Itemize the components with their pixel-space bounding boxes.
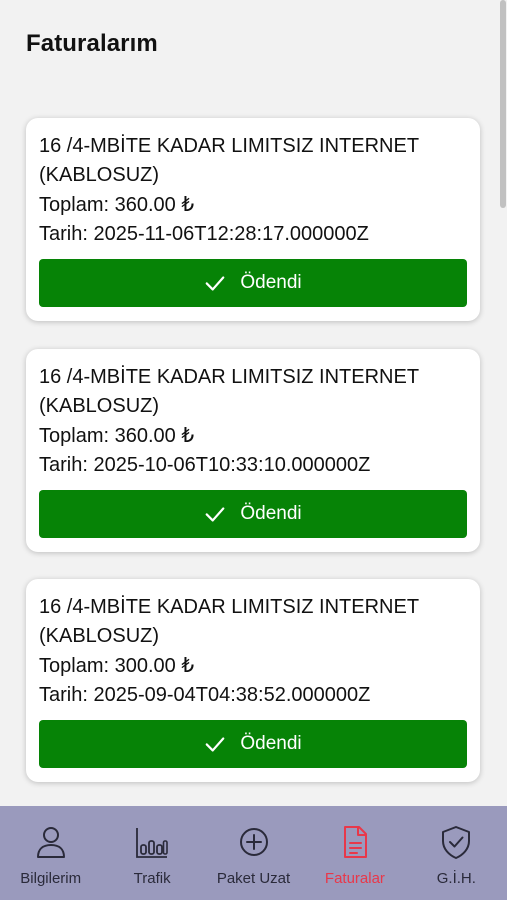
- nav-item-faturalar[interactable]: Faturalar: [304, 806, 405, 900]
- nav-item-bilgilerim[interactable]: Bilgilerim: [0, 806, 101, 900]
- nav-label-faturalar: Faturalar: [324, 870, 385, 887]
- invoice-total: Toplam: 360.00 ₺: [39, 194, 195, 216]
- paid-status-button[interactable]: Ödendi: [39, 720, 467, 768]
- scrollbar[interactable]: [499, 0, 507, 805]
- plus-circle-icon: [239, 828, 268, 856]
- invoice-card: 16 /4-MBİTE KADAR LIMITSIZ INTERNET (KAB…: [26, 579, 480, 782]
- check-icon: [206, 276, 225, 291]
- bottom-nav: Bilgilerim Trafik Paket Uzat Faturalar G…: [0, 806, 507, 900]
- nav-label-bilgilerim: Bilgilerim: [20, 870, 82, 887]
- invoice-card: 16 /4-MBİTE KADAR LIMITSIZ INTERNET (KAB…: [26, 118, 480, 321]
- paid-status-label: Ödendi: [240, 733, 302, 754]
- invoice-plan-name: 16 /4-MBİTE KADAR LIMITSIZ INTERNET (KAB…: [39, 135, 419, 186]
- page-title: Faturalarım: [26, 30, 158, 57]
- nav-item-gih[interactable]: G.İ.H.: [406, 806, 507, 900]
- invoice-plan-name: 16 /4-MBİTE KADAR LIMITSIZ INTERNET (KAB…: [39, 596, 419, 647]
- check-icon: [206, 507, 225, 522]
- invoice-date: Tarih: 2025-11-06T12:28:17.000000Z: [39, 223, 369, 245]
- nav-label-paket-uzat: Paket Uzat: [216, 870, 291, 887]
- check-icon: [206, 737, 225, 752]
- invoice-plan-name: 16 /4-MBİTE KADAR LIMITSIZ INTERNET (KAB…: [39, 366, 419, 417]
- bar-chart-icon: [136, 828, 168, 858]
- scrollbar-thumb[interactable]: [500, 0, 506, 208]
- paid-status-label: Ödendi: [240, 272, 302, 293]
- nav-label-trafik: Trafik: [133, 870, 171, 887]
- nav-item-trafik[interactable]: Trafik: [101, 806, 202, 900]
- invoice-total: Toplam: 300.00 ₺: [39, 655, 195, 677]
- invoice-card: 16 /4-MBİTE KADAR LIMITSIZ INTERNET (KAB…: [26, 349, 480, 552]
- user-icon: [36, 827, 65, 858]
- document-icon: [343, 826, 367, 858]
- nav-label-gih: G.İ.H.: [436, 870, 476, 887]
- paid-status-button[interactable]: Ödendi: [39, 259, 467, 307]
- shield-check-icon: [442, 826, 471, 859]
- invoice-date: Tarih: 2025-09-04T04:38:52.000000Z: [39, 684, 371, 706]
- paid-status-label: Ödendi: [240, 503, 302, 524]
- invoice-date: Tarih: 2025-10-06T10:33:10.000000Z: [39, 454, 371, 476]
- invoice-total: Toplam: 360.00 ₺: [39, 425, 195, 447]
- nav-item-paket-uzat[interactable]: Paket Uzat: [203, 806, 304, 900]
- paid-status-button[interactable]: Ödendi: [39, 490, 467, 538]
